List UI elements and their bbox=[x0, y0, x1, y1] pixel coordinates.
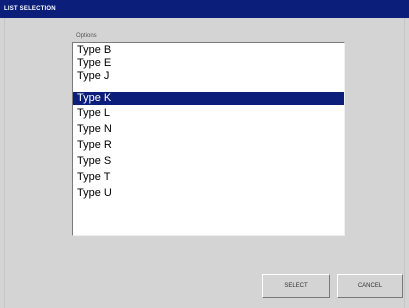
list-item-type-e[interactable]: Type E bbox=[73, 57, 344, 70]
select-button[interactable]: SELECT bbox=[262, 274, 330, 298]
list-item-type-u[interactable]: Type U bbox=[73, 187, 344, 200]
right-divider bbox=[404, 18, 405, 308]
list-item-type-t[interactable]: Type T bbox=[73, 171, 344, 184]
cancel-button[interactable]: CANCEL bbox=[337, 274, 403, 298]
list-item-type-s[interactable]: Type S bbox=[73, 155, 344, 168]
title-bar: LIST SELECTION bbox=[0, 0, 409, 18]
options-label: Options bbox=[76, 33, 97, 39]
list-item-type-b[interactable]: Type B bbox=[73, 44, 344, 57]
list-item-type-n[interactable]: Type N bbox=[73, 123, 344, 136]
list-selection-window: LIST SELECTION Options Type B Type E Typ… bbox=[0, 0, 409, 308]
options-listbox[interactable]: Type B Type E Type J Type K Type L Type … bbox=[72, 42, 345, 236]
list-item-type-j[interactable]: Type J bbox=[73, 70, 344, 83]
window-title: LIST SELECTION bbox=[4, 6, 56, 12]
left-divider bbox=[4, 18, 5, 308]
list-item-type-k[interactable]: Type K bbox=[73, 92, 344, 105]
list-item-type-r[interactable]: Type R bbox=[73, 139, 344, 152]
list-item-type-l[interactable]: Type L bbox=[73, 107, 344, 120]
